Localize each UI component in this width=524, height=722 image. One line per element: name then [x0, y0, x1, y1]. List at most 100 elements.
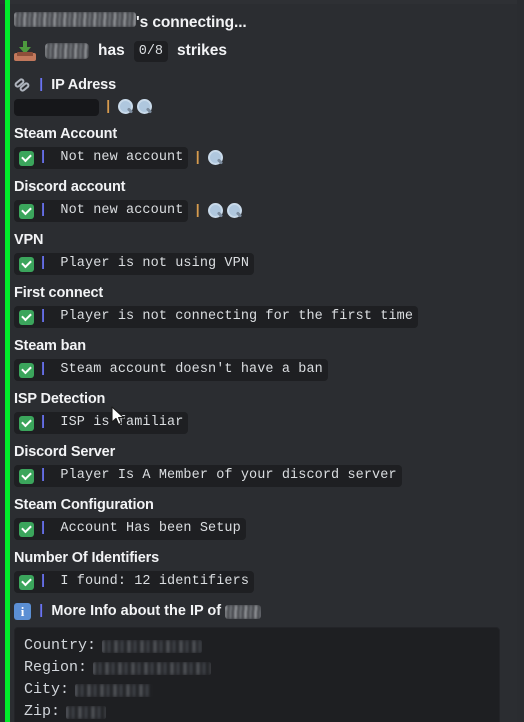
- code-block-key: Zip:: [24, 703, 61, 720]
- check-mark-icon: [19, 309, 34, 325]
- code-block-row: City:: [24, 679, 490, 701]
- check-mark-icon: [19, 256, 34, 272]
- check-mark-icon: [19, 203, 34, 219]
- field-value-text: Steam account doesn't have a ban: [52, 362, 323, 377]
- field-name: VPN: [14, 232, 44, 248]
- field-value-separator: |: [39, 521, 48, 536]
- more-info-separator: |: [37, 603, 46, 619]
- redacted-username-title: [14, 12, 136, 27]
- field-name: ISP Detection: [14, 391, 106, 407]
- code-block-key: Region:: [24, 659, 88, 676]
- field-value-code: | Not new account: [14, 147, 189, 169]
- embed-description: has 0/8 strikes: [14, 40, 509, 62]
- search-icon[interactable]: [136, 99, 153, 115]
- embed-field: First connect | Player is not connecting …: [14, 284, 509, 328]
- ip-info-code-block: Country:Region:City:Zip:Company: Vodafon…: [14, 627, 500, 722]
- redacted-username-footer: [225, 604, 262, 619]
- check-mark-icon: [19, 468, 34, 484]
- check-mark-icon: [19, 415, 34, 431]
- field-name: Discord account: [14, 179, 126, 195]
- redacted-username-description: [45, 43, 89, 59]
- discord-embed-message: 's connecting... has 0/8 strikes | IP Ad…: [0, 0, 524, 722]
- embed-body: 's connecting... has 0/8 strikes | IP Ad…: [13, 0, 517, 722]
- field-name: Discord Server: [14, 444, 116, 460]
- redacted-value: [66, 706, 106, 719]
- code-block-row: Zip:: [24, 701, 490, 722]
- field-value-code: | Player is not using VPN: [14, 253, 255, 275]
- field-name: Steam Configuration: [14, 497, 154, 513]
- embed-title: 's connecting...: [14, 12, 509, 33]
- embed-field: Number Of Identifiers | I found: 12 ident…: [14, 549, 509, 593]
- check-mark-icon: [19, 574, 34, 590]
- more-info-header: i | More Info about the IP of: [14, 602, 509, 621]
- ip-adress-label: IP Adress: [51, 77, 117, 93]
- check-mark-icon: [19, 362, 34, 378]
- field-ip-adress-name: | IP Adress: [13, 76, 509, 95]
- embed-field: ISP Detection | ISP is familiar: [14, 390, 509, 434]
- redacted-ip-value: [14, 98, 99, 116]
- field-value: | Not new account |: [14, 200, 509, 222]
- search-icon[interactable]: [207, 203, 223, 219]
- field-value-code: | I found: 12 identifiers: [14, 571, 255, 593]
- field-value-code: | Steam account doesn't have a ban: [14, 359, 328, 381]
- field-value-text: Player is not using VPN: [52, 256, 250, 271]
- field-value-separator: |: [39, 574, 48, 589]
- redacted-value: [102, 640, 202, 653]
- embed-field: VPN | Player is not using VPN: [14, 231, 509, 275]
- strikes-count: 0/8: [133, 40, 169, 62]
- check-mark-icon: [19, 150, 34, 166]
- field-value: | ISP is familiar: [14, 412, 509, 434]
- field-value-text: Not new account: [52, 203, 184, 218]
- field-value-separator: |: [39, 203, 48, 218]
- scrollbar-gutter[interactable]: [517, 0, 524, 722]
- field-value: | Steam account doesn't have a ban: [14, 359, 509, 381]
- field-name: Steam ban: [14, 338, 86, 354]
- field-value-text: I found: 12 identifiers: [52, 574, 250, 589]
- field-value-text: Account Has been Setup: [52, 521, 241, 536]
- check-mark-icon: [19, 521, 34, 537]
- field-trailing-separator: |: [193, 150, 202, 166]
- field-value-code: | Account Has been Setup: [14, 518, 246, 540]
- code-block-row: Region:: [24, 657, 490, 679]
- redacted-value: [93, 662, 211, 675]
- field-value: | Player Is A Member of your discord ser…: [14, 465, 509, 487]
- field-trailing-separator: |: [193, 203, 202, 219]
- embed-accent-bar: [5, 0, 10, 722]
- field-value-separator: |: [39, 362, 48, 377]
- field-value: | Not new account |: [14, 147, 509, 169]
- search-icon[interactable]: [117, 99, 134, 115]
- strikes-label: strikes: [177, 42, 228, 59]
- field-value-separator: |: [39, 309, 48, 324]
- field-value-text: Player Is A Member of your discord serve…: [52, 468, 397, 483]
- field-value-separator: |: [39, 256, 48, 271]
- field-name: First connect: [14, 285, 104, 301]
- embed-title-suffix: 's connecting...: [136, 14, 247, 31]
- information-icon: i: [14, 603, 31, 620]
- embed-field: Steam ban | Steam account doesn't have a …: [14, 337, 509, 381]
- field-value-separator: |: [39, 150, 48, 165]
- code-block-key: Country:: [24, 637, 97, 654]
- link-icon: [13, 77, 31, 93]
- field-ip-adress: | IP Adress |: [13, 76, 509, 116]
- field-name: Steam Account: [14, 126, 118, 142]
- field-value-code: | Not new account: [14, 200, 189, 222]
- field-value: | I found: 12 identifiers: [14, 571, 509, 593]
- field-value-code: | Player Is A Member of your discord ser…: [14, 465, 402, 487]
- field-ip-adress-value: |: [14, 98, 509, 116]
- ip-value-separator: |: [104, 99, 113, 115]
- embed-fields-list: Steam Account | Not new account | Discord a…: [14, 125, 509, 593]
- ip-separator: |: [37, 77, 46, 93]
- search-icon[interactable]: [207, 150, 223, 166]
- code-block-row: Country:: [24, 635, 490, 657]
- has-label: has: [98, 42, 125, 59]
- redacted-value: [75, 684, 153, 697]
- field-value-text: Player is not connecting for the first t…: [52, 309, 414, 324]
- field-value: | Player is not using VPN: [14, 253, 509, 275]
- search-icon[interactable]: [226, 203, 242, 219]
- embed-field: Discord account | Not new account |: [14, 178, 509, 222]
- embed-field: Discord Server | Player Is A Member of yo…: [14, 443, 509, 487]
- embed-field: Steam Account | Not new account |: [14, 125, 509, 169]
- field-value-separator: |: [39, 415, 48, 430]
- field-value-code: | ISP is familiar: [14, 412, 189, 434]
- more-info-label: More Info about the IP of: [51, 603, 222, 619]
